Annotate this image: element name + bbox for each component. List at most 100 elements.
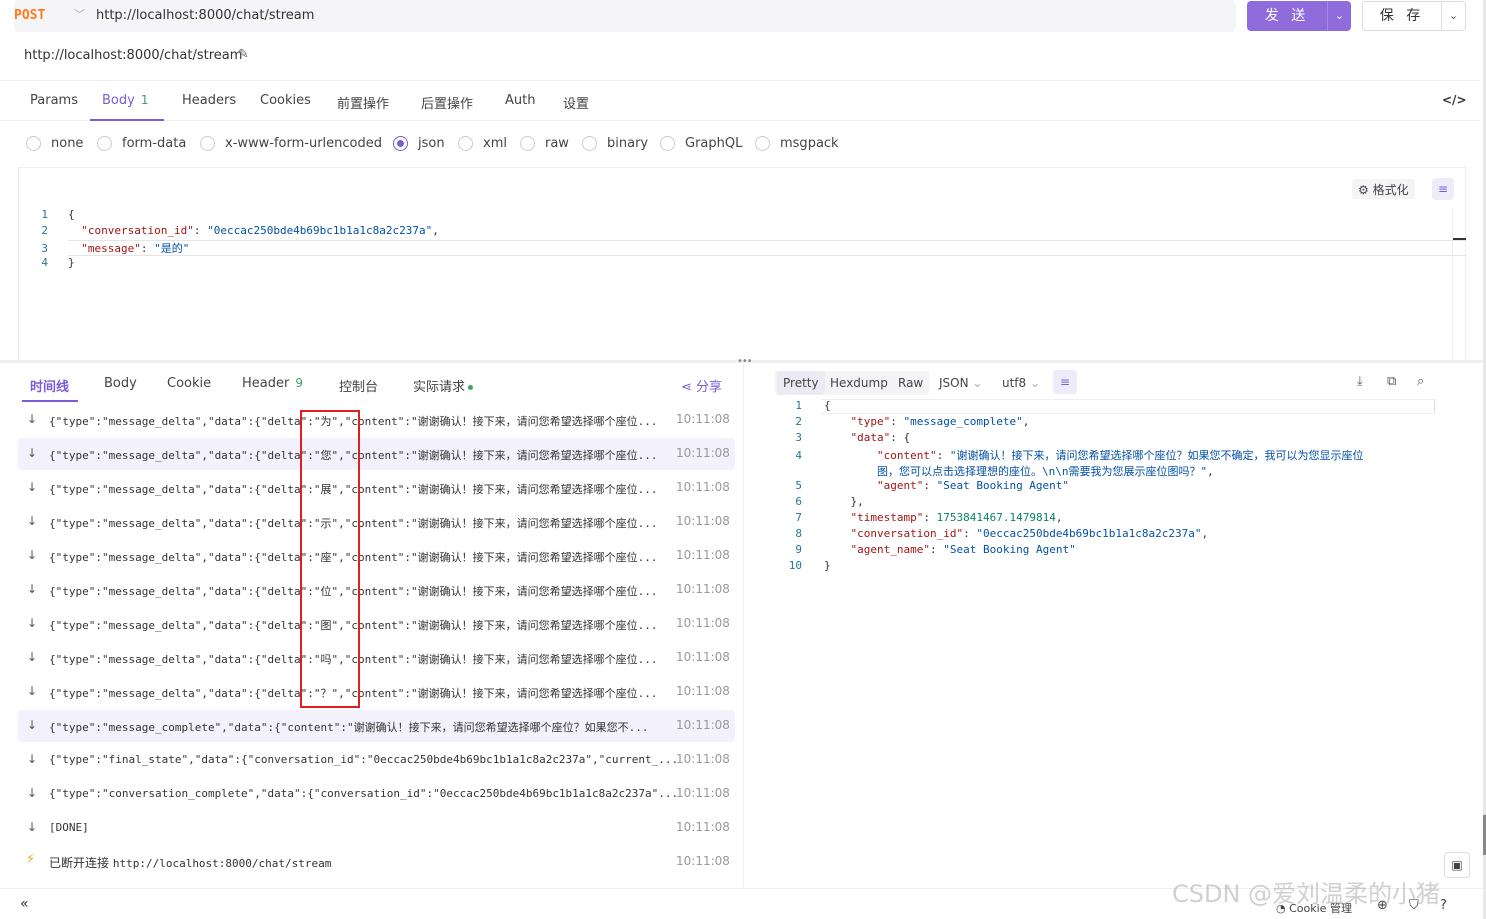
format-select[interactable]: JSON ⌄ — [933, 371, 988, 395]
line-number: 4 — [41, 256, 48, 269]
timeline-row[interactable]: ↓ {"type":"message_delta","data":{"delta"… — [18, 438, 735, 470]
tab-count: 9 — [295, 376, 303, 390]
tab-response-cookie[interactable]: Cookie — [167, 376, 211, 391]
timeline-row[interactable]: ↓ {"type":"message_delta","data":{"delta"… — [18, 472, 735, 504]
timeline-row[interactable]: ↓ {"type":"message_delta","data":{"delta"… — [18, 574, 735, 606]
body-type-none[interactable]: none — [26, 136, 83, 151]
tab-post-request[interactable]: 后置操作 — [421, 93, 473, 112]
share-button[interactable]: ⋖ 分享 — [681, 376, 722, 395]
json-value: "Seat Booking Agent" — [943, 543, 1076, 556]
editor-line: 3 "message": "是的" — [20, 240, 189, 256]
tab-body-count: 1 — [140, 93, 149, 107]
method-select[interactable]: POST — [14, 8, 45, 23]
body-type-urlencoded[interactable]: x-www-form-urlencoded — [200, 136, 382, 151]
tab-settings[interactable]: 设置 — [563, 93, 589, 112]
drag-handle-icon[interactable]: ••• — [737, 356, 753, 367]
tab-pre-request[interactable]: 前置操作 — [337, 93, 389, 112]
panel-divider[interactable] — [743, 363, 744, 888]
tab-cookies[interactable]: Cookies — [260, 93, 311, 108]
timeline-row-selected[interactable]: ↓ {"type":"message_complete","data":{"con… — [18, 710, 735, 742]
tab-response-body[interactable]: Body — [104, 376, 137, 391]
timeline-row[interactable]: ↓ {"type":"message_delta","data":{"delta"… — [18, 540, 735, 572]
response-scrollbar[interactable] — [1434, 399, 1435, 413]
download-icon[interactable]: ⤓ — [1357, 374, 1363, 389]
collapse-sidebar-icon[interactable]: « — [20, 896, 29, 912]
view-raw[interactable]: Raw — [892, 371, 929, 395]
timeline-row[interactable]: ↓ {"type":"message_delta","data":{"delta"… — [18, 506, 735, 538]
body-type-msgpack[interactable]: msgpack — [755, 136, 839, 151]
body-type-graphql[interactable]: GraphQL — [660, 136, 742, 151]
chevron-down-icon[interactable]: ﹀ — [74, 6, 85, 22]
timeline-row[interactable]: ↓ {"type":"message_delta","data":{"delta"… — [18, 608, 735, 640]
edit-icon[interactable]: ✎ — [238, 47, 249, 62]
tab-console[interactable]: 控制台 — [339, 376, 378, 395]
current-line-highlight — [68, 240, 1466, 256]
response-line: 1{ — [775, 399, 830, 415]
word-wrap-icon[interactable]: ≡ — [1053, 370, 1077, 394]
event-time: 10:11:08 — [676, 752, 730, 766]
timeline-row[interactable]: ↓ [DONE] 10:11:08 — [18, 812, 735, 844]
json-key: "agent" — [876, 479, 924, 492]
json-key: "type" — [850, 415, 891, 428]
editor-scrollbar[interactable] — [1452, 208, 1466, 360]
body-type-json[interactable]: json — [393, 136, 445, 151]
event-time: 10:11:08 — [676, 616, 730, 630]
copy-icon[interactable]: ⧉ — [1387, 374, 1396, 389]
request-tabs: Params Body 1 Headers Cookies 前置操作 后置操作 A… — [0, 80, 1480, 121]
timeline-row[interactable]: ↓ {"type":"message_delta","data":{"delta"… — [18, 404, 735, 436]
tab-auth[interactable]: Auth — [505, 93, 535, 108]
code-text: : — [923, 479, 937, 492]
tab-timeline[interactable]: 时间线 — [30, 376, 69, 395]
tab-label: Header — [242, 376, 290, 391]
json-key: "conversation_id" — [81, 224, 194, 237]
tab-label: 实际请求 — [413, 380, 466, 395]
radio-icon — [520, 136, 535, 151]
layout-panel-icon[interactable]: ▣ — [1444, 852, 1470, 878]
timeline-disconnect-row[interactable]: ⚡ 已断开连接 http://localhost:8000/chat/stream… — [18, 846, 735, 878]
response-line: 图，您可以点击选择理想的座位。\n\n需要我为您展示座位图吗？", — [775, 463, 1214, 479]
save-button[interactable]: 保 存 — [1362, 1, 1442, 31]
tab-params[interactable]: Params — [30, 93, 78, 108]
help-icon[interactable]: ? — [1440, 898, 1447, 913]
timeline-row[interactable]: ↓ {"type":"conversation_complete","data":… — [18, 778, 735, 810]
event-text: {"type":"final_state","data":{"conversat… — [49, 753, 679, 766]
json-key: "data" — [850, 431, 891, 444]
tab-actual-request[interactable]: 实际请求 — [413, 376, 474, 395]
radio-icon — [200, 136, 215, 151]
view-hexdump[interactable]: Hexdump — [824, 371, 894, 395]
body-type-xml[interactable]: xml — [458, 136, 507, 151]
save-options-chevron-icon[interactable]: ⌄ — [1441, 1, 1466, 31]
timeline-row[interactable]: ↓ {"type":"message_delta","data":{"delta"… — [18, 676, 735, 708]
response-line: 7 "timestamp": 1753841467.1479814, — [775, 511, 1062, 527]
editor-line: 1{ — [20, 208, 74, 224]
search-icon[interactable]: ⌕ — [1417, 374, 1424, 389]
url-input[interactable]: http://localhost:8000/chat/stream — [96, 8, 314, 23]
format-button[interactable]: ⚙ 格式化 — [1352, 179, 1415, 199]
encoding-select[interactable]: utf8 ⌄ — [996, 371, 1046, 395]
radio-label: binary — [607, 136, 649, 151]
code-icon[interactable]: </> — [1442, 93, 1467, 107]
radio-icon — [458, 136, 473, 151]
view-pretty[interactable]: Pretty — [777, 371, 825, 395]
radio-label: GraphQL — [685, 136, 743, 151]
word-wrap-icon[interactable]: ≡ — [1432, 178, 1454, 200]
json-value: 1753841467.1479814 — [936, 511, 1056, 524]
code-text: : — [936, 449, 950, 462]
timeline-row[interactable]: ↓ {"type":"final_state","data":{"conversa… — [18, 744, 735, 776]
tab-body[interactable]: Body 1 — [102, 93, 148, 108]
tab-response-header[interactable]: Header 9 — [242, 376, 303, 391]
body-editor[interactable] — [18, 167, 1466, 360]
send-button[interactable]: 发 送 — [1247, 1, 1327, 31]
line-number: 1 — [41, 208, 48, 221]
event-text: {"type":"message_delta","data":{"delta":… — [49, 415, 658, 428]
timeline-row[interactable]: ↓ {"type":"message_delta","data":{"delta"… — [18, 642, 735, 674]
tab-headers[interactable]: Headers — [182, 93, 236, 108]
body-type-binary[interactable]: binary — [582, 136, 648, 151]
json-value: "message_complete" — [903, 415, 1023, 428]
event-time: 10:11:08 — [676, 548, 730, 562]
send-options-chevron-icon[interactable]: ⌄ — [1327, 1, 1351, 31]
body-type-raw[interactable]: raw — [520, 136, 569, 151]
body-type-form-data[interactable]: form-data — [97, 136, 186, 151]
